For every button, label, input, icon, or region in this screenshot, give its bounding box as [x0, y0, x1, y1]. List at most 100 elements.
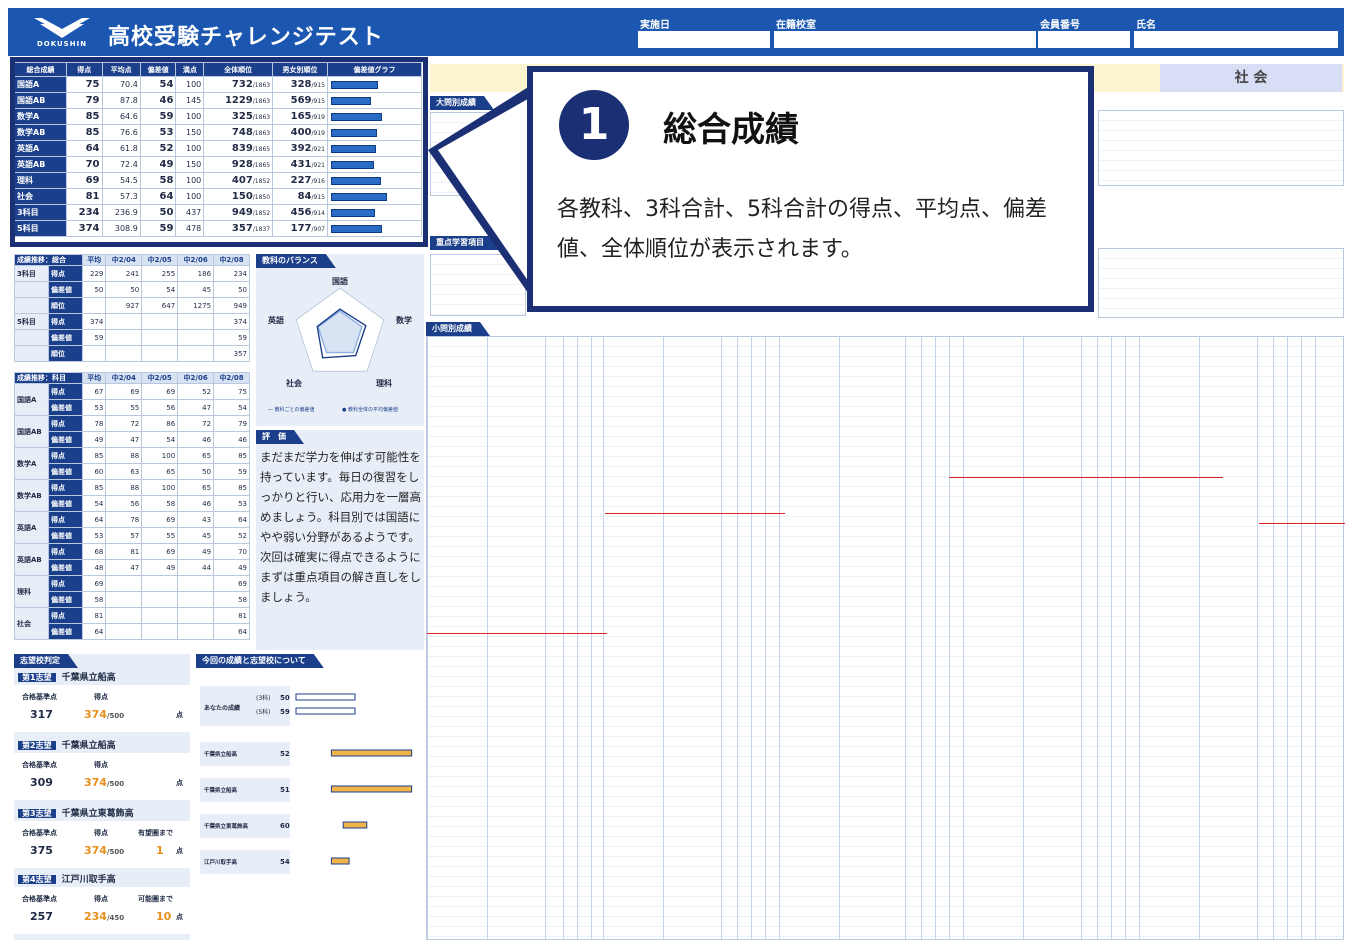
school-name: 千葉県立東葛飾高	[61, 809, 134, 819]
trend-value: 81	[105, 543, 143, 560]
grid-column-line	[1257, 337, 1258, 939]
trend-value: 46	[177, 431, 215, 448]
trend-value	[105, 345, 143, 362]
trend-value: 927	[105, 297, 143, 314]
trend-row: 英語AB 得点 68 81 69 49 70	[14, 543, 250, 576]
grid-column-line	[1111, 337, 1112, 939]
score-max: /500	[106, 712, 125, 720]
trend-value: 55	[105, 399, 143, 416]
trend-value: 70	[213, 543, 250, 560]
trend-row: 数学A 得点 85 88 100 65 85	[14, 447, 250, 480]
trend-value	[141, 623, 179, 640]
student-score-value: 374	[84, 776, 107, 789]
trend-value: 65	[141, 463, 179, 480]
grid-column-line	[545, 337, 546, 939]
report-header: DOKUSHIN 高校受験チャレンジテスト 実施日 在籍校室 会員番号 氏名	[8, 8, 1344, 56]
base-score: 375	[30, 844, 53, 857]
trend-row: 3科目 得点 229 241 255 186 234	[14, 265, 250, 282]
trend-value: 52	[177, 383, 215, 400]
trend-value: 59	[213, 463, 250, 480]
field-label-date: 実施日	[640, 20, 670, 31]
trend-value: 57	[105, 527, 143, 544]
school-chart-name: 千葉県立船高	[204, 786, 238, 794]
trend-value	[141, 313, 179, 330]
kind-label: 得点	[48, 265, 83, 282]
school-header: 第4志望 江戸川取手高	[14, 872, 190, 887]
your-score-kind: (5科)	[256, 708, 271, 716]
trend-total-header: 成績推移：総合 平均 中2/04 中2/05 中2/06 中2/08	[14, 254, 250, 266]
trend-subject-panel: 成績推移：科目 平均 中2/04 中2/05 中2/06 中2/08 国語A 得点 67 69 69…	[14, 372, 250, 648]
unit-label: 点	[176, 847, 183, 855]
focus-marker-line	[1259, 523, 1345, 524]
kind-label: 得点	[48, 607, 83, 624]
student-score: 234/450	[84, 910, 124, 923]
trend-value: 100	[141, 447, 179, 464]
school-chart-panel: 今回の成績と志望校について あなたの成績 (3科) 50 (5科) 59 千葉県立船高 52…	[196, 654, 424, 940]
score-max: /500	[106, 848, 125, 856]
score-label: 得点	[94, 895, 108, 903]
trend-value	[177, 313, 215, 330]
kind-label: 偏差値	[48, 281, 83, 298]
group-label: 3科目	[14, 265, 49, 282]
trend-value: 45	[177, 281, 215, 298]
grid-column-line	[1139, 337, 1140, 939]
school-chart-value: 60	[280, 822, 290, 830]
col-header: 平均	[81, 372, 107, 384]
big-unit-panel: 大問別成績	[430, 96, 526, 236]
school-range-bar	[330, 749, 413, 757]
group-label: 英語A	[14, 511, 49, 544]
field-box-member	[1038, 31, 1130, 48]
grid-column-line	[905, 337, 906, 939]
trend-value	[105, 623, 143, 640]
your-score-value: 50	[280, 694, 290, 702]
group-label: 5科目	[14, 313, 49, 330]
trend-value: 53	[81, 527, 107, 544]
trend-value: 59	[81, 329, 107, 346]
trend-value: 229	[81, 265, 107, 282]
trend-row: 偏差値 49 47 54 46 46	[15, 431, 250, 448]
section-title: 成績推移：総合	[14, 254, 83, 266]
grid-column-line	[921, 337, 922, 939]
col-header: 中2/08	[213, 254, 250, 266]
trend-value: 69	[213, 575, 250, 592]
trend-value: 949	[213, 297, 250, 314]
trend-value: 58	[213, 591, 250, 608]
field-box-name	[1134, 31, 1338, 48]
trend-total-panel: 成績推移：総合 平均 中2/04 中2/05 中2/06 中2/08 3科目 得点 229 241…	[14, 254, 250, 366]
trend-row: 5科目 得点 374 374	[14, 313, 250, 330]
school-header: 第2志望 千葉県立船高	[14, 738, 190, 753]
trend-value: 69	[141, 383, 179, 400]
focus-marker-line	[949, 477, 1223, 478]
small-unit-panel: 小問別成績	[426, 322, 1345, 940]
school-chart-value: 51	[280, 786, 290, 794]
trend-value	[177, 623, 215, 640]
school-range-bar	[330, 785, 413, 793]
base-score: 309	[30, 776, 53, 789]
trend-value: 85	[213, 479, 250, 496]
school-chart-name: 千葉県立船高	[204, 750, 238, 758]
grid-column-line	[935, 337, 936, 939]
school-card: 第2志望 千葉県立船高 合格基準点 得点 309 374/500 点	[14, 738, 190, 800]
kind-label: 偏差値	[48, 329, 83, 346]
grid-column-line	[1273, 337, 1274, 939]
kind-label: 偏差値	[48, 431, 83, 448]
student-score-value: 374	[84, 708, 107, 721]
kind-label: 得点	[48, 313, 83, 330]
group-label	[14, 345, 49, 362]
subject-social-header: 社 会	[1160, 64, 1342, 92]
school-rank-label: 第1志望	[18, 673, 56, 682]
section-title: 評 価	[256, 430, 304, 444]
radar-axis-label: 理科	[376, 378, 392, 388]
trend-value: 50	[177, 463, 215, 480]
trend-value	[81, 297, 107, 314]
gap-label: 可能圏まで	[138, 895, 173, 903]
base-label: 合格基準点	[22, 693, 57, 701]
trend-value	[141, 591, 179, 608]
school-chart-value: 52	[280, 750, 290, 758]
grid-column-line	[1301, 337, 1302, 939]
student-score-value: 234	[84, 910, 107, 923]
trend-value: 72	[105, 415, 143, 432]
score-label: 得点	[94, 693, 108, 701]
student-score: 374/500	[84, 776, 124, 789]
group-label: 数学A	[14, 447, 49, 480]
